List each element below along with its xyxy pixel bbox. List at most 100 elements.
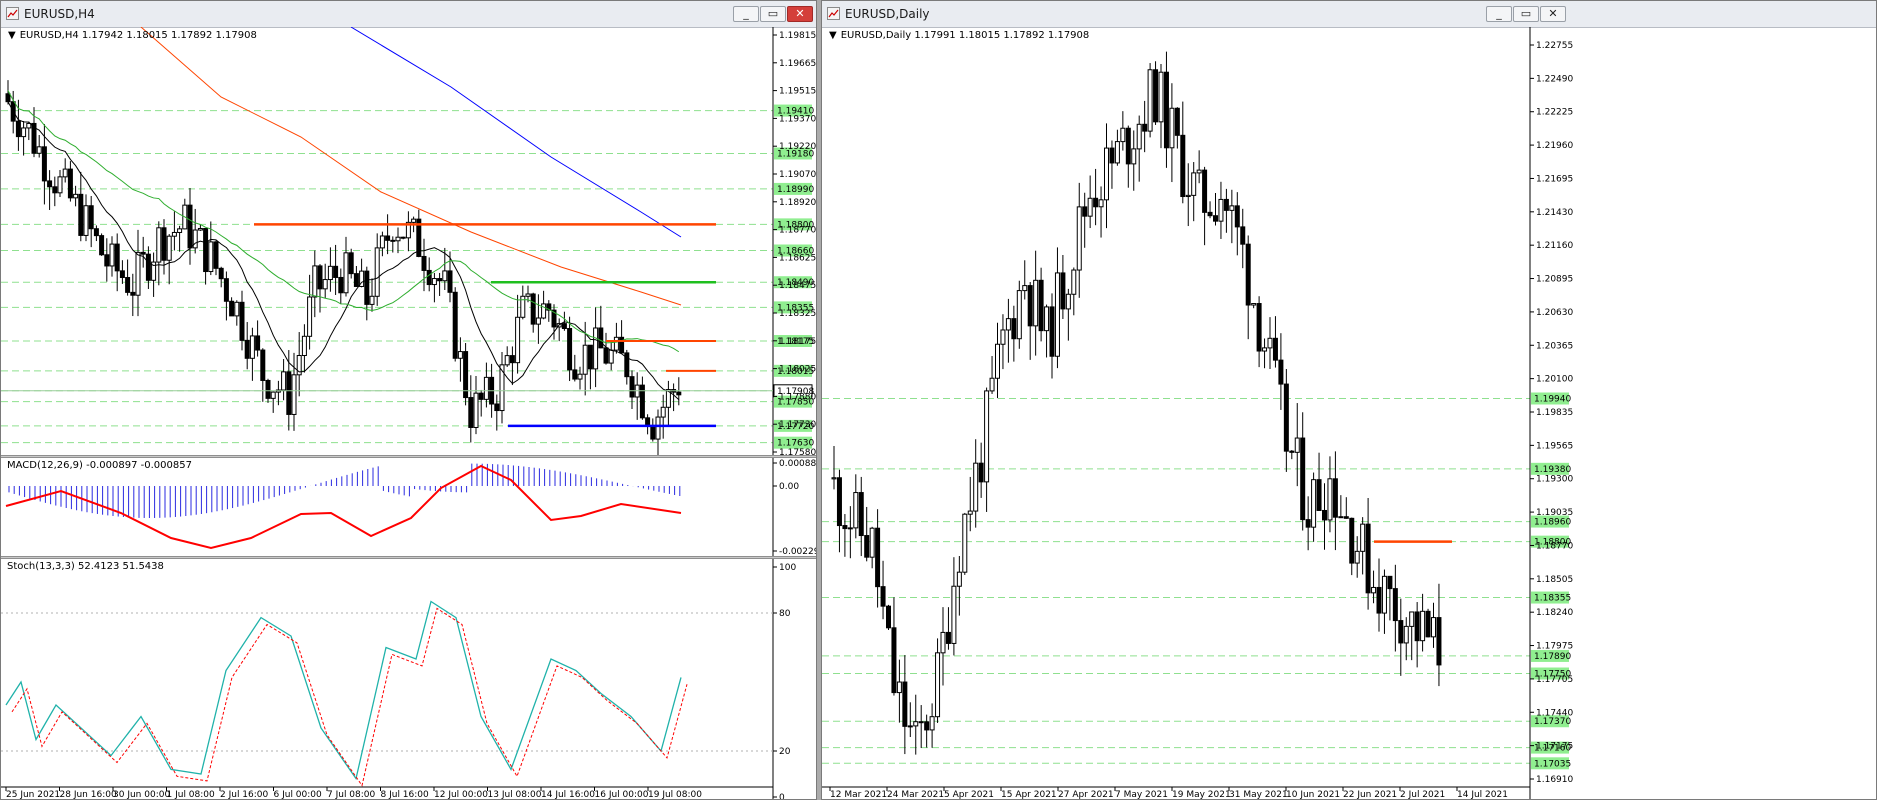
candle-body <box>995 343 1000 379</box>
candle-body <box>374 247 380 297</box>
candle-body <box>1283 383 1289 452</box>
candle-body <box>125 277 131 293</box>
price-axis-label: 1.18475 <box>779 281 816 291</box>
moving-average-line <box>350 27 682 238</box>
price-axis-label: 1.18505 <box>1536 575 1573 585</box>
candle-body <box>286 371 292 415</box>
candle-body <box>847 527 853 530</box>
candle-body <box>1376 586 1382 614</box>
candle-body <box>161 227 167 261</box>
candle-body <box>99 235 105 256</box>
candle-body <box>1060 272 1066 310</box>
candle-body <box>5 93 11 103</box>
candle-body <box>1245 243 1251 306</box>
daily-price-pane[interactable]: 1.19940 1.19380 1.18960 1.18800 1.18355 1.178… <box>822 27 1876 799</box>
candle-body <box>244 339 250 359</box>
stoch-main-line <box>5 600 682 781</box>
candle-body <box>473 392 479 428</box>
candle-body <box>940 631 946 654</box>
time-axis-label: 27 Apr 2021 <box>1058 790 1114 799</box>
candle-body <box>504 355 510 366</box>
candle-body <box>1256 303 1262 352</box>
candle-body <box>379 235 385 249</box>
candle-body <box>1054 272 1060 357</box>
candle-body <box>1371 586 1377 594</box>
candle-body <box>457 351 463 359</box>
price-axis-label: 1.19070 <box>779 170 816 180</box>
candle-body <box>312 265 318 298</box>
candle-body <box>1114 141 1120 164</box>
candle-body <box>364 270 370 305</box>
candle-body <box>1354 550 1360 564</box>
price-axis-label: 0.000889 <box>779 459 816 469</box>
candle-body <box>135 251 141 296</box>
candle-body <box>509 355 515 364</box>
candle-body <box>15 120 21 138</box>
candle-body <box>1213 215 1218 222</box>
price-axis-label: 1.22755 <box>1536 41 1573 51</box>
daily-title-bar[interactable]: EURUSD,Daily _ ▭ ✕ <box>822 1 1876 28</box>
time-axis-label: 22 Jun 2021 <box>1343 790 1397 799</box>
candle-body <box>301 335 307 357</box>
candle-body <box>1436 617 1442 666</box>
candle-body <box>1049 306 1055 357</box>
candle-body <box>333 265 339 278</box>
price-axis-label: 1.20895 <box>1536 275 1573 285</box>
candle-body <box>431 278 437 286</box>
price-axis-label: 1.19035 <box>1536 508 1573 518</box>
candle-body <box>88 205 94 230</box>
price-axis-label: 20 <box>779 747 791 757</box>
candle-body <box>1251 303 1257 306</box>
price-axis-label: 1.22225 <box>1536 108 1573 118</box>
price-axis-label: 1.16910 <box>1536 775 1573 785</box>
candle-body <box>1098 199 1104 208</box>
minimize-button[interactable]: _ <box>1486 6 1512 22</box>
close-button[interactable]: ✕ <box>787 6 813 22</box>
chart-window-icon <box>6 7 19 20</box>
candle-body <box>1294 437 1300 453</box>
candle-body <box>951 585 957 644</box>
price-axis-label: 1.17730 <box>779 420 816 430</box>
candle-body <box>869 527 875 558</box>
daily-chart-window[interactable]: EURUSD,Daily _ ▭ ✕ 1.19940 1.19380 1.18960… <box>821 0 1877 800</box>
candle-body <box>891 627 897 694</box>
h4-chart-window[interactable]: EURUSD,H4 _ ▭ ✕ 1.19410 1.19180 1.18990 1.1… <box>0 0 817 800</box>
restore-button[interactable]: ▭ <box>760 6 786 22</box>
macd-signal-line <box>5 464 682 550</box>
candle-body <box>886 605 891 629</box>
price-axis-label: 1.20630 <box>1536 308 1573 318</box>
candle-body <box>1240 226 1246 245</box>
candle-body <box>1038 279 1044 332</box>
stoch-pane[interactable]: 100 80 20 0 25 Jun 2021 28 Jun 16:00 30 Jun 00… <box>1 559 816 799</box>
candle-body <box>978 462 984 483</box>
price-axis-label: 0 <box>779 793 785 799</box>
candle-body <box>1289 450 1295 453</box>
candle-body <box>880 586 886 607</box>
candle-body <box>1316 479 1322 511</box>
dropdown-triangle-icon[interactable]: ▼ <box>829 30 837 41</box>
candle-body <box>535 317 541 325</box>
restore-button[interactable]: ▭ <box>1513 6 1539 22</box>
minimize-button[interactable]: _ <box>733 6 759 22</box>
dropdown-triangle-icon[interactable]: ▼ <box>8 30 16 41</box>
close-button[interactable]: ✕ <box>1540 6 1566 22</box>
price-axis-label: 1.19220 <box>779 142 816 152</box>
candle-body <box>1022 285 1028 292</box>
candle-body <box>1044 306 1050 332</box>
candle-body <box>1174 107 1180 136</box>
h4-title-bar[interactable]: EURUSD,H4 _ ▭ ✕ <box>1 1 816 28</box>
candle-body <box>395 236 401 242</box>
time-axis-label: 7 Jul 08:00 <box>327 790 376 799</box>
h4-price-pane[interactable]: 1.19410 1.19180 1.18990 1.18800 1.18660 1.184… <box>1 27 816 455</box>
candle-body <box>525 293 531 297</box>
candle-body <box>260 349 266 381</box>
candle-body <box>1229 205 1235 211</box>
macd-pane[interactable]: 0.000889 0.00 -0.002297 MACD(12,26,9) -0.0… <box>1 458 816 556</box>
candle-body <box>836 477 842 527</box>
candle-body <box>109 243 115 267</box>
candle-body <box>676 391 682 396</box>
candle-body <box>639 384 645 419</box>
candle-body <box>1153 69 1159 123</box>
time-axis-label: 1 Jul 08:00 <box>167 790 216 799</box>
candle-body <box>842 525 848 530</box>
